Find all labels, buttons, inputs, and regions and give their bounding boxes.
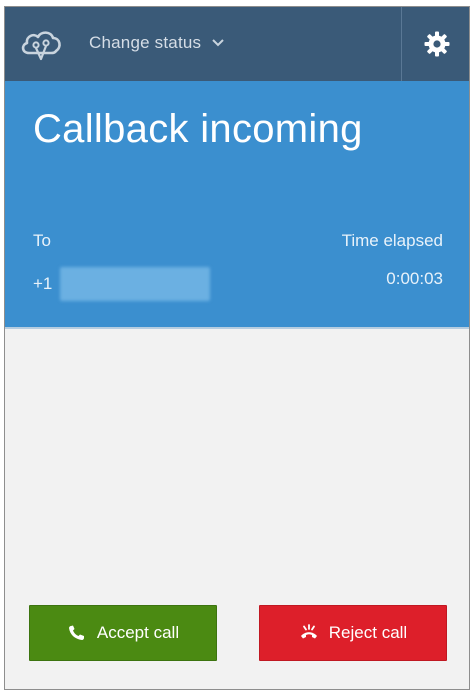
incoming-call-panel: Callback incoming To +1 Time elapsed 0:0… [5, 81, 469, 329]
time-elapsed-value: 0:00:03 [386, 269, 443, 288]
reject-call-label: Reject call [328, 623, 408, 642]
chevron-down-icon [212, 39, 224, 47]
change-status-dropdown[interactable]: Change status [89, 33, 225, 53]
hang-up-icon [300, 624, 317, 639]
to-number: +1 [33, 267, 211, 301]
top-bar: Change status [5, 7, 469, 81]
accept-call-label: Accept call [96, 623, 180, 642]
contact-control-panel: Change status Callback incoming To +1 Ti… [4, 6, 470, 690]
settings-button[interactable] [402, 7, 469, 81]
call-state-title: Callback incoming [33, 107, 363, 151]
to-label: To [33, 231, 51, 250]
to-number-prefix: +1 [33, 274, 53, 293]
phone-icon [68, 625, 84, 640]
accept-call-button[interactable]: Accept call [29, 605, 217, 661]
redacted-number [60, 267, 211, 301]
time-elapsed-label: Time elapsed [341, 231, 443, 250]
cloud-agent-logo-icon [21, 31, 61, 61]
change-status-label: Change status [89, 33, 202, 52]
gear-icon [424, 31, 450, 57]
reject-call-button[interactable]: Reject call [259, 605, 447, 661]
